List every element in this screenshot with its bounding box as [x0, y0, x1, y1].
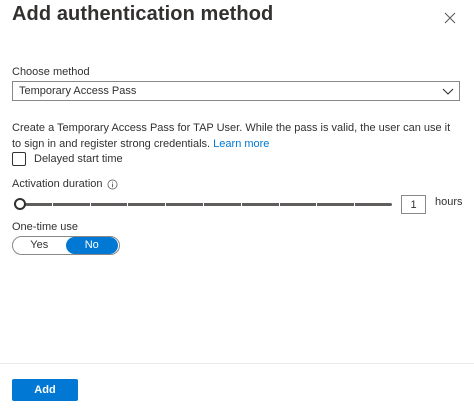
one-time-use-label: One-time use	[12, 221, 79, 233]
method-description: Create a Temporary Access Pass for TAP U…	[12, 120, 462, 152]
slider-tick	[354, 202, 355, 207]
method-dropdown[interactable]: Temporary Access Pass	[12, 81, 460, 101]
close-icon	[444, 12, 456, 24]
slider-tick	[279, 202, 280, 207]
chevron-down-icon	[442, 88, 454, 95]
method-dropdown-value: Temporary Access Pass	[19, 85, 137, 97]
slider-tick	[127, 202, 128, 207]
add-auth-method-panel: Add authentication method Choose method …	[0, 0, 474, 412]
footer-divider	[0, 363, 474, 364]
one-time-use-yes[interactable]: Yes	[13, 237, 66, 254]
slider-tick	[316, 202, 317, 207]
slider-tick	[241, 202, 242, 207]
activation-duration-row: Activation duration	[12, 178, 118, 190]
activation-duration-input[interactable]: 1	[401, 195, 426, 214]
activation-duration-label: Activation duration	[12, 178, 103, 190]
slider-tick	[52, 202, 53, 207]
delayed-start-checkbox[interactable]	[12, 152, 26, 166]
close-button[interactable]	[438, 6, 462, 30]
slider-tick	[90, 202, 91, 207]
panel-title: Add authentication method	[12, 3, 274, 25]
slider-tick	[203, 202, 204, 207]
choose-method-label: Choose method	[12, 66, 90, 78]
duration-unit-label: hours	[435, 196, 463, 208]
delayed-start-label: Delayed start time	[34, 153, 123, 165]
one-time-use-no[interactable]: No	[65, 237, 118, 254]
learn-more-link[interactable]: Learn more	[213, 138, 269, 150]
activation-duration-slider[interactable]	[14, 197, 394, 213]
add-button[interactable]: Add	[12, 379, 78, 401]
one-time-use-toggle: Yes No	[12, 236, 120, 255]
slider-tick	[165, 202, 166, 207]
slider-thumb[interactable]	[14, 198, 26, 210]
delayed-start-row: Delayed start time	[12, 152, 123, 166]
info-icon[interactable]	[107, 179, 118, 190]
